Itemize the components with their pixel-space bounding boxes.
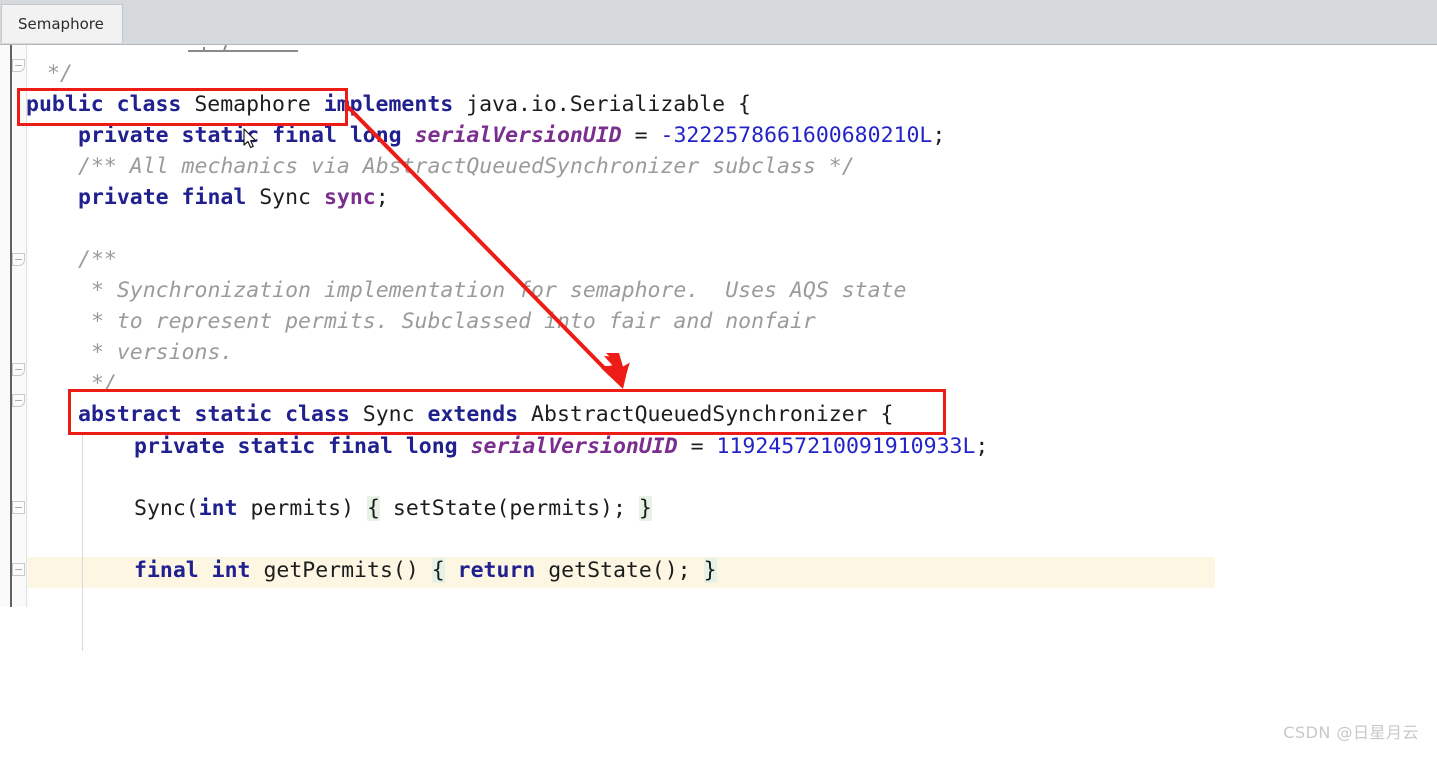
code-line-4[interactable]: /** All mechanics via AbstractQueuedSync… — [78, 151, 855, 182]
matched-brace-close: } — [638, 496, 652, 521]
modifiers: private static final long — [134, 434, 458, 459]
kw-return: return — [457, 558, 536, 583]
fold-gutter[interactable] — [0, 45, 28, 607]
fold-marker-icon[interactable] — [12, 394, 25, 407]
code-line-2[interactable]: public class Semaphore implements java.i… — [26, 89, 751, 120]
modifiers: private static final long — [78, 123, 402, 148]
code-comment: * to represent permits. Subclassed into … — [78, 309, 816, 334]
csdn-watermark: CSDN @日星月云 — [1283, 723, 1419, 742]
code-line-10[interactable]: * versions. — [78, 337, 233, 368]
code-line-1[interactable]: */ — [34, 58, 73, 89]
matched-brace-close: } — [703, 558, 717, 583]
tab-semaphore[interactable]: Semaphore — [1, 4, 123, 43]
code-line-11[interactable]: */ — [78, 368, 117, 399]
kw-class: class — [116, 92, 182, 117]
clipped-glyph — [203, 47, 205, 52]
fold-marker-icon[interactable] — [12, 501, 25, 514]
code-line-9[interactable]: * to represent permits. Subclassed into … — [78, 306, 816, 337]
code-line-5[interactable]: private final Sync sync; — [78, 182, 389, 213]
modifiers: final int — [134, 558, 251, 583]
indent-guide — [82, 433, 83, 651]
code-line-17[interactable]: final int getPermits() { return getState… — [134, 555, 717, 586]
matched-brace-open: { — [431, 558, 445, 583]
code-comment: /** — [78, 247, 117, 272]
type-semaphore: Semaphore — [194, 92, 311, 117]
kw-public: public — [26, 92, 104, 117]
code-line-13[interactable]: private static final long serialVersionU… — [134, 431, 988, 462]
modifiers: abstract static class — [78, 402, 350, 427]
field-sync: sync — [323, 185, 376, 210]
gutter-rule — [10, 45, 12, 607]
kw-int: int — [198, 496, 238, 521]
literal-serialversionuid-value: 1192457210091910933L — [716, 434, 976, 459]
fold-marker-icon[interactable] — [12, 59, 25, 72]
code-line-3[interactable]: private static final long serialVersionU… — [78, 120, 945, 151]
matched-brace-open: { — [367, 496, 380, 521]
fold-marker-icon[interactable] — [12, 363, 25, 376]
literal-serialversionuid-value: -3222578661600680210L — [660, 123, 933, 148]
fold-marker-icon[interactable] — [12, 253, 25, 266]
code-line-7[interactable]: /** — [78, 244, 117, 275]
field-serialversionuid: serialVersionUID — [470, 434, 678, 459]
code-line-8[interactable]: * Synchronization implementation for sem… — [78, 275, 906, 306]
code-line-15[interactable]: Sync(int permits) { setState(permits); } — [134, 493, 652, 524]
code-editor[interactable]: */ public class Semaphore implements jav… — [0, 45, 1437, 763]
kw-extends: extends — [427, 402, 519, 427]
modifiers: private final — [78, 185, 247, 210]
field-serialversionuid: serialVersionUID — [414, 123, 622, 148]
code-comment: * Synchronization implementation for sem… — [78, 278, 907, 303]
code-comment: */ — [78, 371, 117, 396]
fold-marker-icon[interactable] — [12, 563, 25, 576]
code-comment: * versions. — [78, 340, 234, 365]
kw-implements: implements — [323, 92, 454, 117]
code-line-12[interactable]: abstract static class Sync extends Abstr… — [78, 399, 894, 430]
tab-label: Semaphore — [18, 15, 104, 33]
code-comment: /** All mechanics via AbstractQueuedSync… — [78, 154, 855, 179]
gutter-rule-secondary — [26, 45, 27, 607]
editor-tab-bar: Semaphore — [0, 0, 1437, 45]
code-comment: */ — [34, 61, 73, 86]
